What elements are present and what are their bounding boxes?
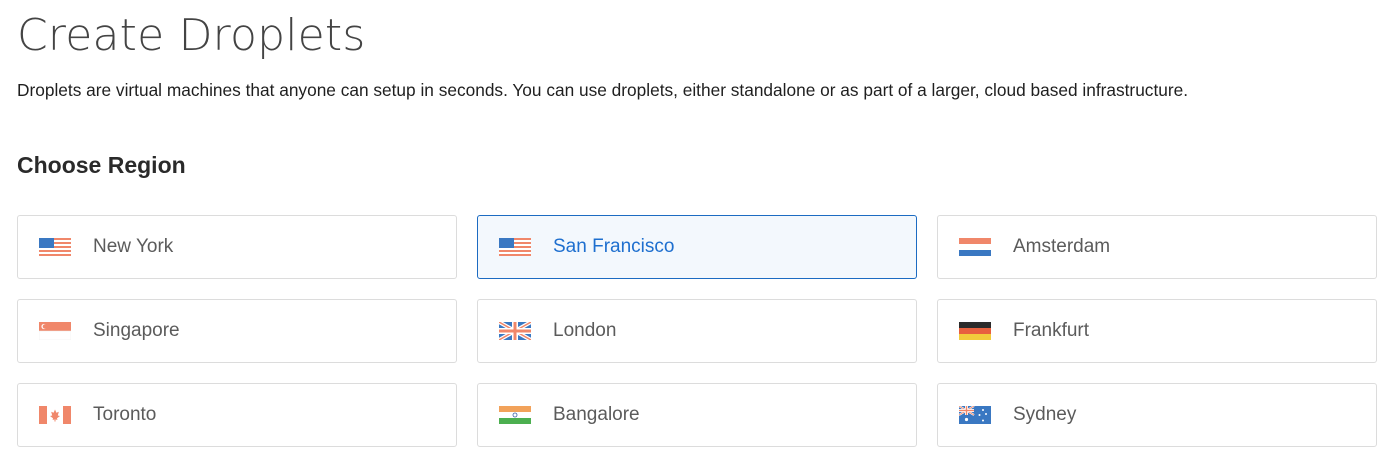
region-label: Singapore [93, 320, 180, 341]
region-label: London [553, 320, 617, 341]
uk-flag-icon [499, 322, 531, 340]
australia-flag-icon [959, 406, 991, 424]
region-label: Sydney [1013, 404, 1077, 425]
region-option-london[interactable]: London [477, 299, 917, 363]
canada-flag-icon [39, 406, 71, 424]
us-flag-icon [499, 238, 531, 256]
region-option-new-york[interactable]: New York [17, 215, 457, 279]
region-option-toronto[interactable]: Toronto [17, 383, 457, 447]
region-label: Amsterdam [1013, 236, 1111, 257]
region-option-frankfurt[interactable]: Frankfurt [937, 299, 1377, 363]
choose-region-heading: Choose Region [17, 152, 186, 178]
india-flag-icon [499, 406, 531, 424]
us-flag-icon [39, 238, 71, 256]
netherlands-flag-icon [959, 238, 991, 256]
region-option-san-francisco[interactable]: San Francisco [477, 215, 917, 279]
region-label: San Francisco [553, 236, 675, 257]
germany-flag-icon [959, 322, 991, 340]
region-option-sydney[interactable]: Sydney [937, 383, 1377, 447]
region-grid: New York San Francisco Amsterdam Singapo… [17, 215, 1377, 447]
region-option-bangalore[interactable]: Bangalore [477, 383, 917, 447]
region-label: Frankfurt [1013, 320, 1090, 341]
region-label: Toronto [93, 404, 157, 425]
region-option-amsterdam[interactable]: Amsterdam [937, 215, 1377, 279]
region-label: New York [93, 236, 174, 257]
page-description: Droplets are virtual machines that anyon… [17, 80, 1189, 100]
region-label: Bangalore [553, 404, 640, 425]
region-option-singapore[interactable]: Singapore [17, 299, 457, 363]
singapore-flag-icon [39, 322, 71, 340]
page-title: Create Droplets [17, 10, 366, 61]
